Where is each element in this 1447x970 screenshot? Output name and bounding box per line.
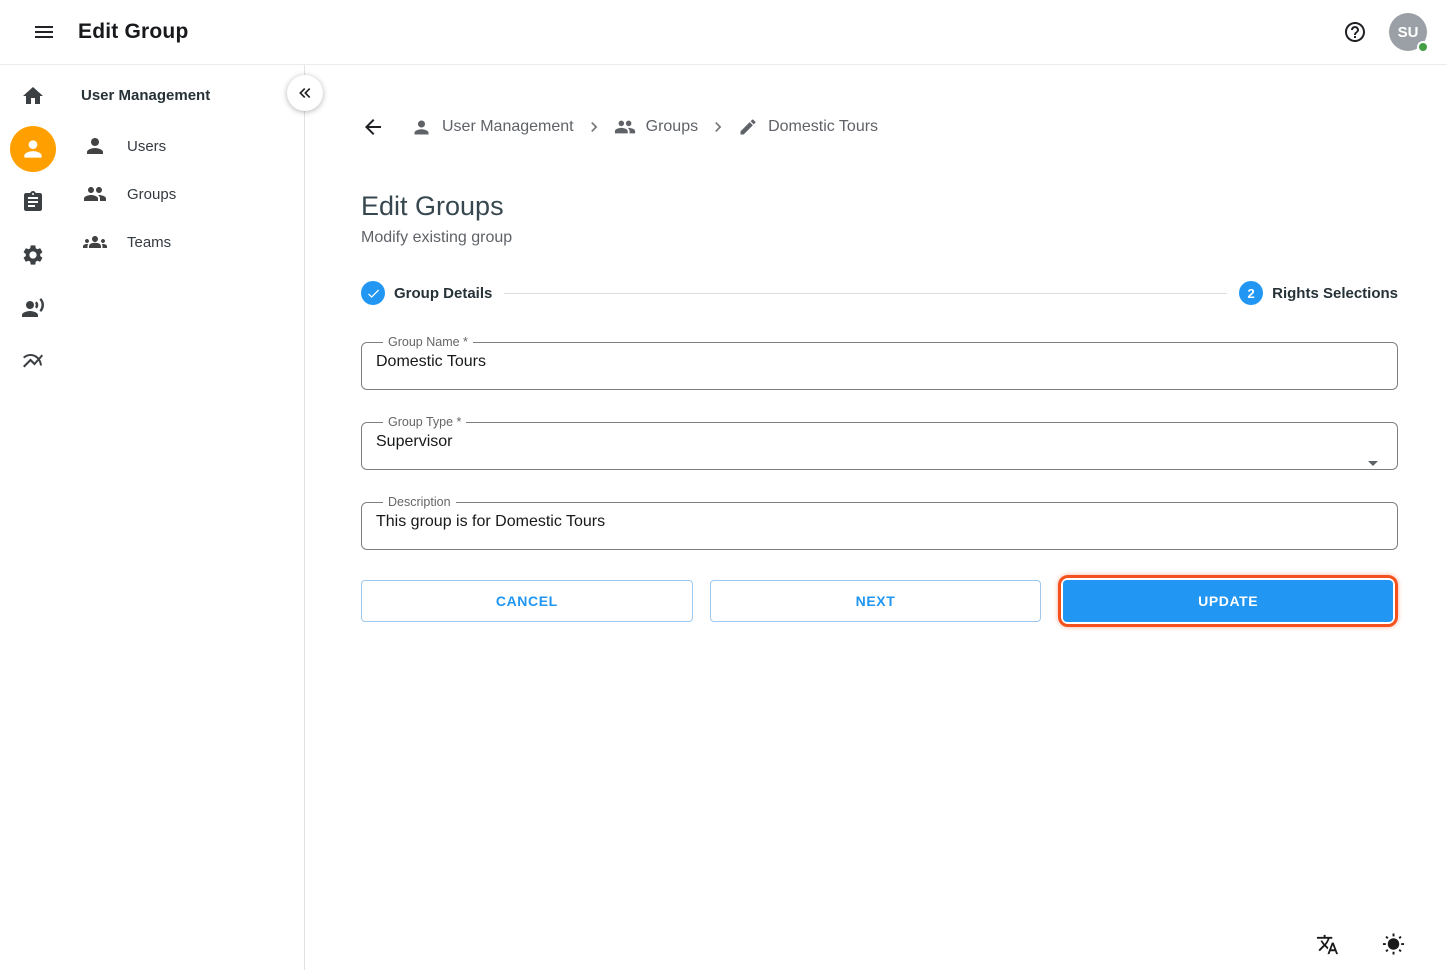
chevron-right-icon (584, 117, 604, 137)
translate-icon[interactable] (1307, 924, 1347, 964)
group-name-field[interactable]: Group Name * Domestic Tours (361, 335, 1398, 390)
page-title: Edit Groups (361, 191, 1398, 222)
app-bar: Edit Group SU (0, 0, 1447, 65)
step-label: Rights Selections (1272, 285, 1398, 302)
edit-group-form: Group Name * Domestic Tours Group Type *… (361, 335, 1398, 550)
collapse-sidebar-button[interactable] (287, 75, 323, 111)
step-rights-selections[interactable]: 2 Rights Selections (1239, 281, 1398, 305)
sidebar-list: Users Groups Teams (65, 122, 304, 266)
breadcrumb-label: Groups (646, 118, 698, 136)
online-status-dot (1417, 41, 1429, 53)
avatar[interactable]: SU (1389, 13, 1427, 51)
chevron-right-icon (708, 117, 728, 137)
cancel-button[interactable]: CANCEL (361, 580, 693, 622)
teams-icon (83, 230, 107, 254)
sidebar-item-label: Teams (127, 234, 171, 251)
avatar-initials: SU (1398, 24, 1419, 41)
field-label: Group Type * (383, 415, 466, 429)
group-name-value: Domestic Tours (376, 353, 1383, 371)
voice-announcement-icon[interactable] (10, 285, 56, 331)
stepper: Group Details 2 Rights Selections (361, 281, 1398, 305)
sidebar-item-groups[interactable]: Groups (65, 170, 304, 218)
breadcrumb-groups[interactable]: Groups (614, 116, 698, 138)
floating-utility-icons (1307, 924, 1413, 964)
dropdown-arrow-icon[interactable] (1361, 451, 1385, 475)
icon-rail (0, 65, 65, 970)
sidebar-header: User Management (65, 65, 304, 114)
help-icon[interactable] (1335, 12, 1375, 52)
people-icon (614, 116, 636, 138)
settings-icon[interactable] (10, 232, 56, 278)
field-label: Description (383, 495, 456, 509)
step-number: 2 (1239, 281, 1263, 305)
page-header-title: Edit Group (78, 20, 189, 44)
person-icon (411, 117, 432, 138)
collapse-sidebar-icon (295, 83, 315, 103)
sidebar-item-teams[interactable]: Teams (65, 218, 304, 266)
app-bar-actions: SU (1335, 12, 1427, 52)
analytics-icon[interactable] (10, 338, 56, 384)
description-field[interactable]: Description This group is for Domestic T… (361, 495, 1398, 550)
main-content: User Management Groups Domestic Tours Ed… (305, 65, 1447, 970)
stepper-connector (504, 293, 1227, 294)
breadcrumb-label: Domestic Tours (768, 118, 878, 136)
step-label: Group Details (394, 285, 492, 302)
back-arrow-icon[interactable] (353, 107, 393, 147)
breadcrumb-user-management[interactable]: User Management (411, 117, 574, 138)
sidebar-item-users[interactable]: Users (65, 122, 304, 170)
update-button-highlight: UPDATE (1058, 575, 1398, 627)
people-icon (83, 182, 107, 206)
breadcrumb-current[interactable]: Domestic Tours (738, 117, 878, 137)
sidebar-item-label: Groups (127, 186, 176, 203)
group-type-value: Supervisor (376, 433, 1383, 451)
page-subtitle: Modify existing group (361, 229, 1398, 247)
breadcrumb-label: User Management (442, 118, 574, 136)
edit-pencil-icon (738, 117, 758, 137)
menu-icon[interactable] (24, 12, 64, 52)
sidebar-item-label: Users (127, 138, 166, 155)
group-type-select[interactable]: Group Type * Supervisor (361, 415, 1398, 470)
form-actions: CANCEL NEXT UPDATE (361, 575, 1398, 627)
step-group-details[interactable]: Group Details (361, 281, 492, 305)
person-icon (83, 134, 107, 158)
field-label: Group Name * (383, 335, 473, 349)
user-management-icon[interactable] (10, 126, 56, 172)
sidebar-panel: User Management Users Groups Teams (65, 65, 305, 970)
brightness-icon[interactable] (1373, 924, 1413, 964)
tasks-icon[interactable] (10, 179, 56, 225)
check-icon (361, 281, 385, 305)
home-icon[interactable] (10, 73, 56, 119)
breadcrumb: User Management Groups Domestic Tours (361, 107, 1398, 147)
description-value: This group is for Domestic Tours (376, 513, 1383, 531)
next-button[interactable]: NEXT (710, 580, 1042, 622)
update-button[interactable]: UPDATE (1063, 580, 1393, 622)
